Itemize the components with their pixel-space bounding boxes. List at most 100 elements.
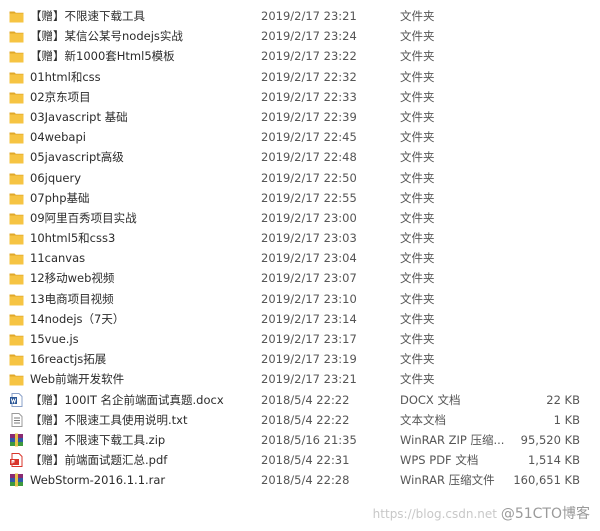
- folder-icon: [9, 211, 24, 225]
- folder-icon: [9, 171, 24, 185]
- folder-icon: [9, 352, 24, 366]
- file-name: 02京东项目: [30, 89, 91, 104]
- file-name: 09阿里百秀项目实战: [30, 210, 137, 225]
- file-row[interactable]: 04webapi 2019/2/17 22:45 文件夹: [0, 127, 600, 147]
- file-type: 文件夹: [400, 130, 435, 145]
- file-date: 2019/2/17 22:39: [261, 109, 357, 124]
- file-date: 2019/2/17 22:45: [261, 130, 357, 145]
- file-row[interactable]: 14nodejs（7天） 2019/2/17 23:14 文件夹: [0, 309, 600, 329]
- file-row[interactable]: 【赠】100IT 名企前端面试真题.docx 2018/5/4 22:22 DOCX…: [0, 390, 600, 410]
- file-name: 16reactjs拓展: [30, 352, 107, 367]
- file-type: 文件夹: [400, 271, 435, 286]
- file-name: 【赠】不限速下载工具.zip: [30, 432, 166, 447]
- file-name: 【赠】不限速工具使用说明.txt: [30, 412, 188, 427]
- file-row[interactable]: 05javascript高级 2019/2/17 22:48 文件夹: [0, 147, 600, 167]
- docx-icon: [9, 392, 24, 407]
- watermark-brand: @51CTO博客: [500, 506, 590, 522]
- folder-icon: [9, 49, 24, 63]
- file-name: 10html5和css3: [30, 231, 116, 246]
- file-name: WebStorm-2016.1.1.rar: [30, 473, 166, 488]
- file-name: 【赠】新1000套Html5模板: [30, 49, 175, 64]
- file-date: 2019/2/17 22:48: [261, 150, 357, 165]
- file-type: 文件夹: [400, 89, 435, 104]
- file-type: WinRAR ZIP 压缩...: [400, 432, 505, 447]
- file-list: 【赠】不限速下载工具 2019/2/17 23:21 文件夹 【赠】某信公某号node…: [0, 6, 600, 491]
- folder-icon: [9, 251, 24, 265]
- file-date: 2019/2/17 23:00: [261, 210, 357, 225]
- file-size: 22 KB: [546, 392, 580, 407]
- file-name: 【赠】不限速下载工具: [30, 9, 145, 23]
- file-row[interactable]: 【赠】新1000套Html5模板 2019/2/17 23:22 文件夹: [0, 46, 600, 66]
- file-row[interactable]: 15vue.js 2019/2/17 23:17 文件夹: [0, 329, 600, 349]
- file-row[interactable]: 【赠】不限速下载工具 2019/2/17 23:21 文件夹: [0, 6, 600, 26]
- file-name: 07php基础: [30, 190, 90, 205]
- file-name: 15vue.js: [30, 332, 79, 346]
- folder-icon: [9, 231, 24, 245]
- file-row[interactable]: 06jquery 2019/2/17 22:50 文件夹: [0, 168, 600, 188]
- file-type: 文件夹: [400, 49, 435, 64]
- file-row[interactable]: 01html和css 2019/2/17 22:32 文件夹: [0, 67, 600, 87]
- file-name: 03Javascript 基础: [30, 109, 128, 124]
- file-date: 2018/5/16 21:35: [261, 432, 357, 447]
- file-date: 2019/2/17 23:21: [261, 9, 357, 23]
- file-type: WPS PDF 文档: [400, 453, 479, 468]
- watermark: https://blog.csdn.net @51CTO博客: [373, 503, 590, 523]
- file-type: 文件夹: [400, 109, 435, 124]
- file-size: 160,651 KB: [513, 473, 580, 488]
- file-date: 2019/2/17 22:50: [261, 170, 357, 185]
- file-row[interactable]: 10html5和css3 2019/2/17 23:03 文件夹: [0, 228, 600, 248]
- file-date: 2019/2/17 23:10: [261, 291, 357, 306]
- folder-icon: [9, 9, 24, 23]
- file-date: 2019/2/17 23:24: [261, 29, 357, 44]
- file-date: 2019/2/17 23:07: [261, 271, 357, 286]
- file-date: 2019/2/17 23:03: [261, 231, 357, 246]
- file-row[interactable]: 【赠】前端面试题汇总.pdf 2018/5/4 22:31 WPS PDF 文档 1,…: [0, 450, 600, 470]
- file-type: 文件夹: [400, 170, 435, 185]
- file-name: Web前端开发软件: [30, 372, 125, 387]
- file-row[interactable]: 03Javascript 基础 2019/2/17 22:39 文件夹: [0, 107, 600, 127]
- folder-icon: [9, 70, 24, 84]
- file-date: 2019/2/17 23:14: [261, 311, 357, 326]
- file-date: 2018/5/4 22:22: [261, 392, 350, 407]
- file-name: 05javascript高级: [30, 150, 124, 165]
- file-row[interactable]: 【赠】某信公某号nodejs实战 2019/2/17 23:24 文件夹: [0, 26, 600, 46]
- file-size: 1 KB: [553, 412, 580, 427]
- file-type: 文件夹: [400, 190, 435, 205]
- file-row[interactable]: WebStorm-2016.1.1.rar 2018/5/4 22:28 WinRA…: [0, 470, 600, 490]
- file-type: 文件夹: [400, 210, 435, 225]
- file-row[interactable]: 【赠】不限速下载工具.zip 2018/5/16 21:35 WinRAR ZIP …: [0, 430, 600, 450]
- file-row[interactable]: 16reactjs拓展 2019/2/17 23:19 文件夹: [0, 349, 600, 369]
- folder-icon: [9, 150, 24, 164]
- file-row[interactable]: 12移动web视频 2019/2/17 23:07 文件夹: [0, 268, 600, 288]
- file-row[interactable]: 11canvas 2019/2/17 23:04 文件夹: [0, 248, 600, 268]
- file-row[interactable]: 02京东项目 2019/2/17 22:33 文件夹: [0, 87, 600, 107]
- file-date: 2018/5/4 22:28: [261, 473, 350, 488]
- file-name: 06jquery: [30, 170, 82, 185]
- folder-icon: [9, 292, 24, 306]
- file-row[interactable]: Web前端开发软件 2019/2/17 23:21 文件夹: [0, 369, 600, 389]
- file-name: 01html和css: [30, 69, 101, 84]
- folder-icon: [9, 110, 24, 124]
- file-date: 2018/5/4 22:31: [261, 453, 350, 468]
- folder-icon: [9, 372, 24, 386]
- file-size: 1,514 KB: [527, 453, 580, 468]
- file-row[interactable]: 【赠】不限速工具使用说明.txt 2018/5/4 22:22 文本文档 1 KB: [0, 410, 600, 430]
- file-row[interactable]: 13电商项目视频 2019/2/17 23:10 文件夹: [0, 289, 600, 309]
- file-type: WinRAR 压缩文件: [400, 473, 495, 488]
- txt-icon: [9, 412, 24, 427]
- file-type: 文件夹: [400, 69, 435, 84]
- folder-icon: [9, 332, 24, 346]
- folder-icon: [9, 29, 24, 43]
- file-type: 文件夹: [400, 231, 435, 246]
- file-type: 文本文档: [400, 412, 446, 427]
- folder-icon: [9, 191, 24, 205]
- file-row[interactable]: 09阿里百秀项目实战 2019/2/17 23:00 文件夹: [0, 208, 600, 228]
- file-date: 2019/2/17 22:33: [261, 89, 357, 104]
- file-row[interactable]: 07php基础 2019/2/17 22:55 文件夹: [0, 188, 600, 208]
- file-date: 2019/2/17 23:19: [261, 352, 357, 367]
- file-name: 14nodejs（7天）: [30, 311, 125, 326]
- file-date: 2019/2/17 22:55: [261, 190, 357, 205]
- file-date: 2019/2/17 23:17: [261, 332, 357, 346]
- file-type: 文件夹: [400, 150, 435, 165]
- file-name: 【赠】某信公某号nodejs实战: [30, 29, 183, 44]
